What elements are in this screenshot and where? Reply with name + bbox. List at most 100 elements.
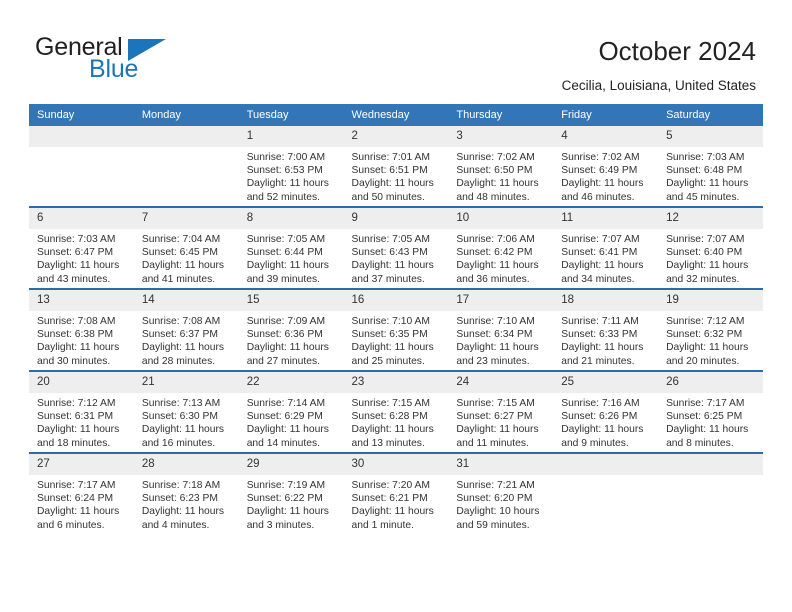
calendar-day-cell[interactable]: 13 Sunrise: 7:08 AM Sunset: 6:38 PM Dayligh… (29, 288, 134, 371)
sunset-text: Sunset: 6:42 PM (456, 247, 533, 259)
sunset-text: Sunset: 6:24 PM (37, 493, 114, 505)
calendar-day-cell-empty (29, 126, 134, 207)
daylight-text: Daylight: 10 hours and 59 minutes. (456, 506, 540, 531)
calendar-day-cell[interactable]: 30 Sunrise: 7:20 AM Sunset: 6:21 PM Dayligh… (343, 452, 449, 534)
calendar-day-cell[interactable]: 16 Sunrise: 7:10 AM Sunset: 6:35 PM Dayligh… (343, 288, 449, 371)
calendar-day-cell[interactable]: 24 Sunrise: 7:15 AM Sunset: 6:27 PM Dayligh… (448, 370, 554, 453)
calendar-day-cell[interactable]: 9 Sunrise: 7:05 AM Sunset: 6:43 PM Daylight… (343, 206, 449, 289)
calendar-day-cell[interactable]: 12 Sunrise: 7:07 AM Sunset: 6:40 PM Dayligh… (658, 206, 763, 289)
day-number: 10 (448, 208, 554, 229)
calendar-week-row: 20 Sunrise: 7:12 AM Sunset: 6:31 PM Dayligh… (29, 370, 763, 453)
day-number: 2 (343, 126, 449, 147)
day-number: 23 (343, 372, 449, 393)
calendar-day-cell[interactable]: 26 Sunrise: 7:17 AM Sunset: 6:25 PM Dayligh… (658, 370, 763, 453)
calendar-day-cell[interactable]: 7 Sunrise: 7:04 AM Sunset: 6:45 PM Daylight… (133, 206, 239, 289)
sunrise-text: Sunrise: 7:13 AM (141, 398, 221, 409)
sunrise-text: Sunrise: 7:08 AM (37, 316, 116, 327)
day-number: 11 (553, 208, 659, 229)
daylight-text: Daylight: 11 hours and 39 minutes. (246, 260, 329, 285)
sunset-text: Sunset: 6:37 PM (141, 329, 218, 341)
day-number: 6 (29, 208, 134, 229)
sunset-text: Sunset: 6:25 PM (666, 411, 743, 423)
sunrise-text: Sunrise: 7:02 AM (561, 152, 640, 163)
sunset-text: Sunset: 6:45 PM (141, 247, 218, 259)
calendar-day-cell[interactable]: 3 Sunrise: 7:02 AM Sunset: 6:50 PM Daylight… (448, 126, 554, 207)
sunrise-text: Sunrise: 7:05 AM (246, 234, 326, 245)
day-details: Sunrise: 7:09 AM Sunset: 6:36 PM Daylight:… (239, 311, 344, 368)
weekday-header-tuesday: Tuesday (238, 104, 344, 126)
calendar-day-cell[interactable]: 19 Sunrise: 7:12 AM Sunset: 6:32 PM Dayligh… (658, 288, 763, 371)
day-number: 22 (238, 372, 344, 393)
calendar-day-cell[interactable]: 15 Sunrise: 7:09 AM Sunset: 6:36 PM Dayligh… (238, 288, 344, 371)
calendar-day-cell[interactable]: 4 Sunrise: 7:02 AM Sunset: 6:49 PM Daylight… (553, 126, 659, 207)
sunrise-text: Sunrise: 7:19 AM (246, 480, 326, 491)
sunrise-text: Sunrise: 7:07 AM (666, 234, 745, 245)
day-details: Sunrise: 7:02 AM Sunset: 6:49 PM Daylight:… (553, 147, 658, 204)
day-number: 12 (658, 208, 763, 229)
sunrise-text: Sunrise: 7:16 AM (561, 398, 640, 409)
sunrise-text: Sunrise: 7:15 AM (351, 398, 430, 409)
logo-text-blue: Blue (89, 55, 139, 83)
sunset-text: Sunset: 6:48 PM (666, 165, 743, 177)
day-number: 13 (29, 290, 134, 311)
calendar-day-cell[interactable]: 2 Sunrise: 7:01 AM Sunset: 6:51 PM Daylight… (343, 126, 449, 207)
calendar-day-cell[interactable]: 25 Sunrise: 7:16 AM Sunset: 6:26 PM Dayligh… (553, 370, 659, 453)
calendar-day-cell[interactable]: 6 Sunrise: 7:03 AM Sunset: 6:47 PM Daylight… (29, 206, 134, 289)
calendar-day-cell[interactable]: 23 Sunrise: 7:15 AM Sunset: 6:28 PM Dayligh… (343, 370, 449, 453)
sunset-text: Sunset: 6:49 PM (561, 165, 638, 177)
calendar-day-cell[interactable]: 21 Sunrise: 7:13 AM Sunset: 6:30 PM Dayligh… (133, 370, 239, 453)
daylight-text: Daylight: 11 hours and 13 minutes. (351, 424, 434, 449)
weekday-header-friday: Friday (553, 104, 659, 126)
day-details: Sunrise: 7:04 AM Sunset: 6:45 PM Daylight:… (134, 229, 239, 286)
calendar-page: General Blue October 2024 Cecilia, Louis… (0, 0, 792, 612)
calendar-body: 1 Sunrise: 7:00 AM Sunset: 6:53 PM Daylight… (29, 126, 763, 534)
daylight-text: Daylight: 11 hours and 50 minutes. (351, 178, 434, 203)
calendar-day-cell[interactable]: 10 Sunrise: 7:06 AM Sunset: 6:42 PM Dayligh… (448, 206, 554, 289)
day-number (553, 454, 659, 475)
page-subtitle-location: Cecilia, Louisiana, United States (561, 78, 756, 93)
calendar-day-cell[interactable]: 27 Sunrise: 7:17 AM Sunset: 6:24 PM Dayligh… (29, 452, 134, 534)
calendar-day-cell[interactable]: 11 Sunrise: 7:07 AM Sunset: 6:41 PM Dayligh… (553, 206, 659, 289)
calendar-day-cell[interactable]: 1 Sunrise: 7:00 AM Sunset: 6:53 PM Daylight… (238, 126, 344, 207)
daylight-text: Daylight: 11 hours and 30 minutes. (37, 342, 120, 367)
day-details: Sunrise: 7:05 AM Sunset: 6:43 PM Daylight:… (344, 229, 449, 286)
sunset-text: Sunset: 6:50 PM (456, 165, 533, 177)
sunset-text: Sunset: 6:28 PM (351, 411, 428, 423)
sunrise-text: Sunrise: 7:03 AM (666, 152, 745, 163)
day-details: Sunrise: 7:10 AM Sunset: 6:35 PM Daylight:… (344, 311, 449, 368)
calendar-day-cell[interactable]: 22 Sunrise: 7:14 AM Sunset: 6:29 PM Dayligh… (238, 370, 344, 453)
calendar-day-cell[interactable]: 31 Sunrise: 7:21 AM Sunset: 6:20 PM Dayligh… (448, 452, 554, 534)
sunset-text: Sunset: 6:53 PM (246, 165, 323, 177)
day-details: Sunrise: 7:12 AM Sunset: 6:32 PM Daylight:… (658, 311, 763, 368)
calendar-day-cell[interactable]: 5 Sunrise: 7:03 AM Sunset: 6:48 PM Daylight… (658, 126, 763, 207)
calendar-day-cell[interactable]: 28 Sunrise: 7:18 AM Sunset: 6:23 PM Dayligh… (133, 452, 239, 534)
weekday-header-monday: Monday (133, 104, 239, 126)
calendar-day-cell[interactable]: 18 Sunrise: 7:11 AM Sunset: 6:33 PM Dayligh… (553, 288, 659, 371)
sunrise-text: Sunrise: 7:08 AM (141, 316, 221, 327)
sunrise-text: Sunrise: 7:17 AM (37, 480, 116, 491)
calendar-header-row: Sunday Monday Tuesday Wednesday Thursday… (29, 104, 763, 126)
day-details: Sunrise: 7:11 AM Sunset: 6:33 PM Daylight:… (553, 311, 658, 368)
day-details: Sunrise: 7:19 AM Sunset: 6:22 PM Daylight:… (239, 475, 344, 532)
calendar-day-cell[interactable]: 29 Sunrise: 7:19 AM Sunset: 6:22 PM Dayligh… (238, 452, 344, 534)
day-number: 28 (133, 454, 239, 475)
day-details: Sunrise: 7:08 AM Sunset: 6:37 PM Daylight:… (134, 311, 239, 368)
day-number: 14 (133, 290, 239, 311)
page-header: General Blue October 2024 Cecilia, Louis… (0, 0, 792, 100)
day-details: Sunrise: 7:10 AM Sunset: 6:34 PM Daylight:… (448, 311, 553, 368)
calendar-week-row: 6 Sunrise: 7:03 AM Sunset: 6:47 PM Daylight… (29, 206, 763, 289)
calendar-day-cell[interactable]: 8 Sunrise: 7:05 AM Sunset: 6:44 PM Daylight… (238, 206, 344, 289)
calendar-day-cell[interactable]: 20 Sunrise: 7:12 AM Sunset: 6:31 PM Dayligh… (29, 370, 134, 453)
general-blue-logo[interactable]: General Blue (35, 33, 215, 85)
daylight-text: Daylight: 11 hours and 16 minutes. (141, 424, 225, 449)
sunset-text: Sunset: 6:36 PM (246, 329, 323, 341)
daylight-text: Daylight: 11 hours and 1 minute. (351, 506, 434, 531)
day-number: 9 (343, 208, 449, 229)
sunset-text: Sunset: 6:31 PM (37, 411, 114, 423)
sunrise-text: Sunrise: 7:04 AM (141, 234, 221, 245)
calendar-day-cell[interactable]: 14 Sunrise: 7:08 AM Sunset: 6:37 PM Dayligh… (133, 288, 239, 371)
daylight-text: Daylight: 11 hours and 9 minutes. (561, 424, 644, 449)
day-details: Sunrise: 7:21 AM Sunset: 6:20 PM Daylight:… (448, 475, 553, 532)
calendar-day-cell[interactable]: 17 Sunrise: 7:10 AM Sunset: 6:34 PM Dayligh… (448, 288, 554, 371)
day-details: Sunrise: 7:18 AM Sunset: 6:23 PM Daylight:… (134, 475, 239, 532)
